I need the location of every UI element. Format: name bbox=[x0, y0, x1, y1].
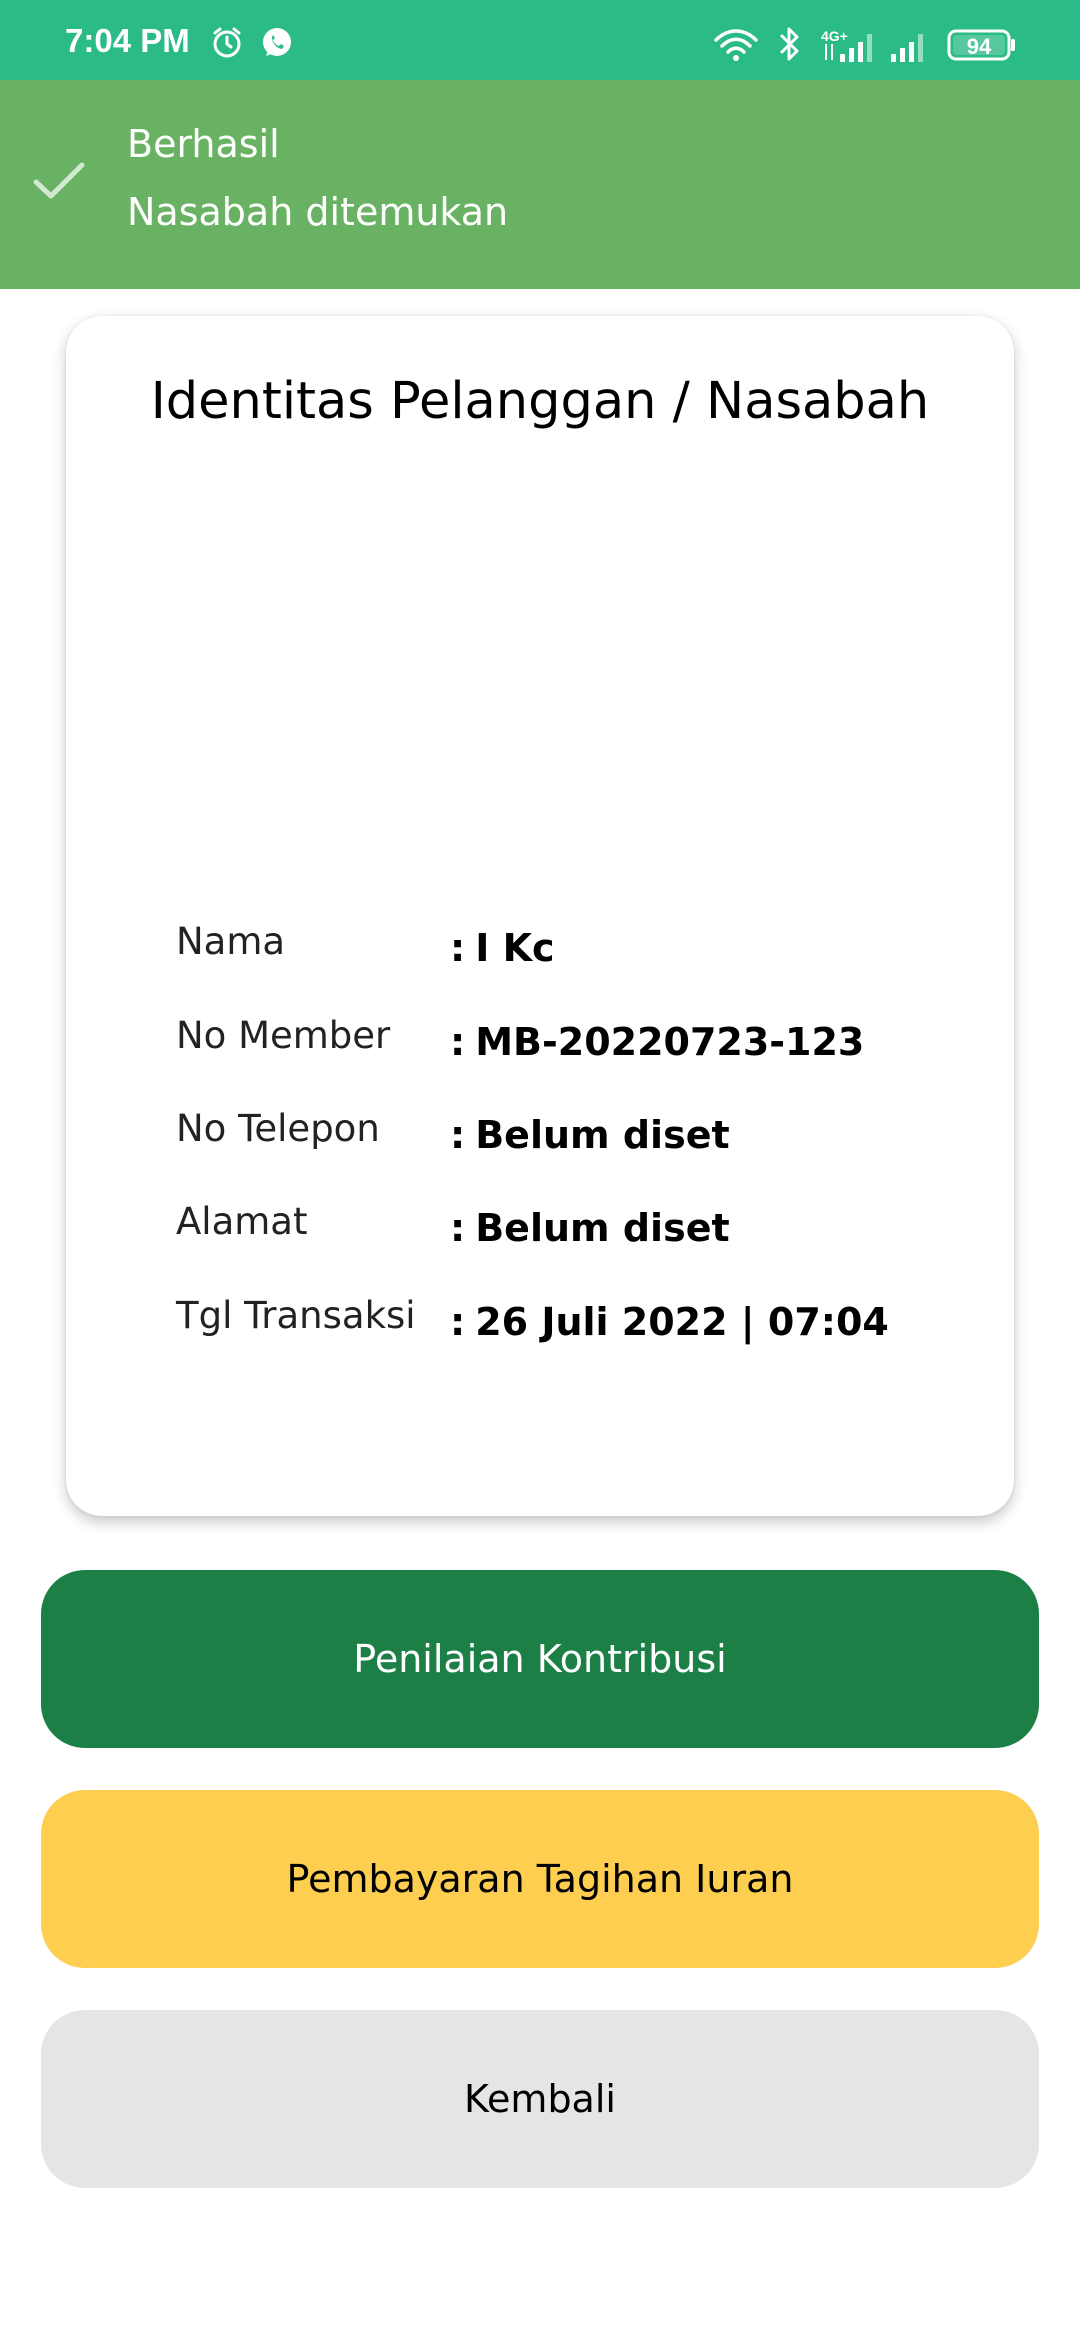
bluetooth-icon bbox=[778, 26, 802, 67]
dues-payment-button[interactable]: Pembayaran Tagihan Iuran bbox=[41, 1790, 1039, 1968]
info-row-member: No Member : MB-20220723-123 bbox=[66, 1014, 1014, 1074]
info-label: Alamat bbox=[176, 1200, 308, 1243]
info-value: : Belum diset bbox=[450, 1113, 730, 1157]
info-value: :26 Juli 2022 | 07:04 bbox=[450, 1300, 889, 1344]
info-label: No Telepon bbox=[176, 1107, 380, 1150]
info-row-transaction-date: Tgl Transaksi :26 Juli 2022 | 07:04 bbox=[66, 1294, 1014, 1354]
info-value-text: 26 Juli 2022 | 07:04 bbox=[475, 1300, 889, 1344]
info-label: No Member bbox=[176, 1014, 391, 1057]
check-icon bbox=[32, 160, 86, 209]
status-time: 7:04 PM bbox=[65, 22, 190, 59]
battery-level: 94 bbox=[966, 34, 992, 59]
info-value: : Belum diset bbox=[450, 1206, 730, 1250]
whatsapp-icon bbox=[260, 26, 294, 65]
info-value-text: Belum diset bbox=[475, 1206, 730, 1250]
success-toast: Berhasil Nasabah ditemukan bbox=[0, 80, 1080, 289]
contribution-assessment-button[interactable]: Penilaian Kontribusi bbox=[41, 1570, 1039, 1748]
info-value: :I Kc bbox=[450, 926, 555, 970]
info-value: : MB-20220723-123 bbox=[450, 1020, 865, 1064]
signal-icon bbox=[889, 30, 933, 69]
info-value-text: Belum diset bbox=[475, 1113, 730, 1157]
customer-identity-card: Identitas Pelanggan / Nasabah Nama :I Kc… bbox=[66, 316, 1014, 1516]
info-row-phone: No Telepon : Belum diset bbox=[66, 1107, 1014, 1167]
card-title: Identitas Pelanggan / Nasabah bbox=[150, 372, 930, 431]
info-row-name: Nama :I Kc bbox=[66, 920, 1014, 980]
info-label: Tgl Transaksi bbox=[176, 1294, 416, 1337]
info-value-text: MB-20220723-123 bbox=[475, 1020, 865, 1064]
alarm-icon bbox=[210, 26, 244, 65]
toast-title: Berhasil bbox=[127, 122, 280, 166]
status-bar: 7:04 PM 4G+ 94 bbox=[0, 0, 1080, 80]
info-row-address: Alamat : Belum diset bbox=[66, 1200, 1014, 1260]
toast-message: Nasabah ditemukan bbox=[127, 190, 509, 234]
info-value-text: I Kc bbox=[475, 926, 555, 970]
back-button[interactable]: Kembali bbox=[41, 2010, 1039, 2188]
info-label: Nama bbox=[176, 920, 286, 963]
signal-icon bbox=[822, 30, 882, 69]
wifi-icon bbox=[712, 28, 760, 67]
